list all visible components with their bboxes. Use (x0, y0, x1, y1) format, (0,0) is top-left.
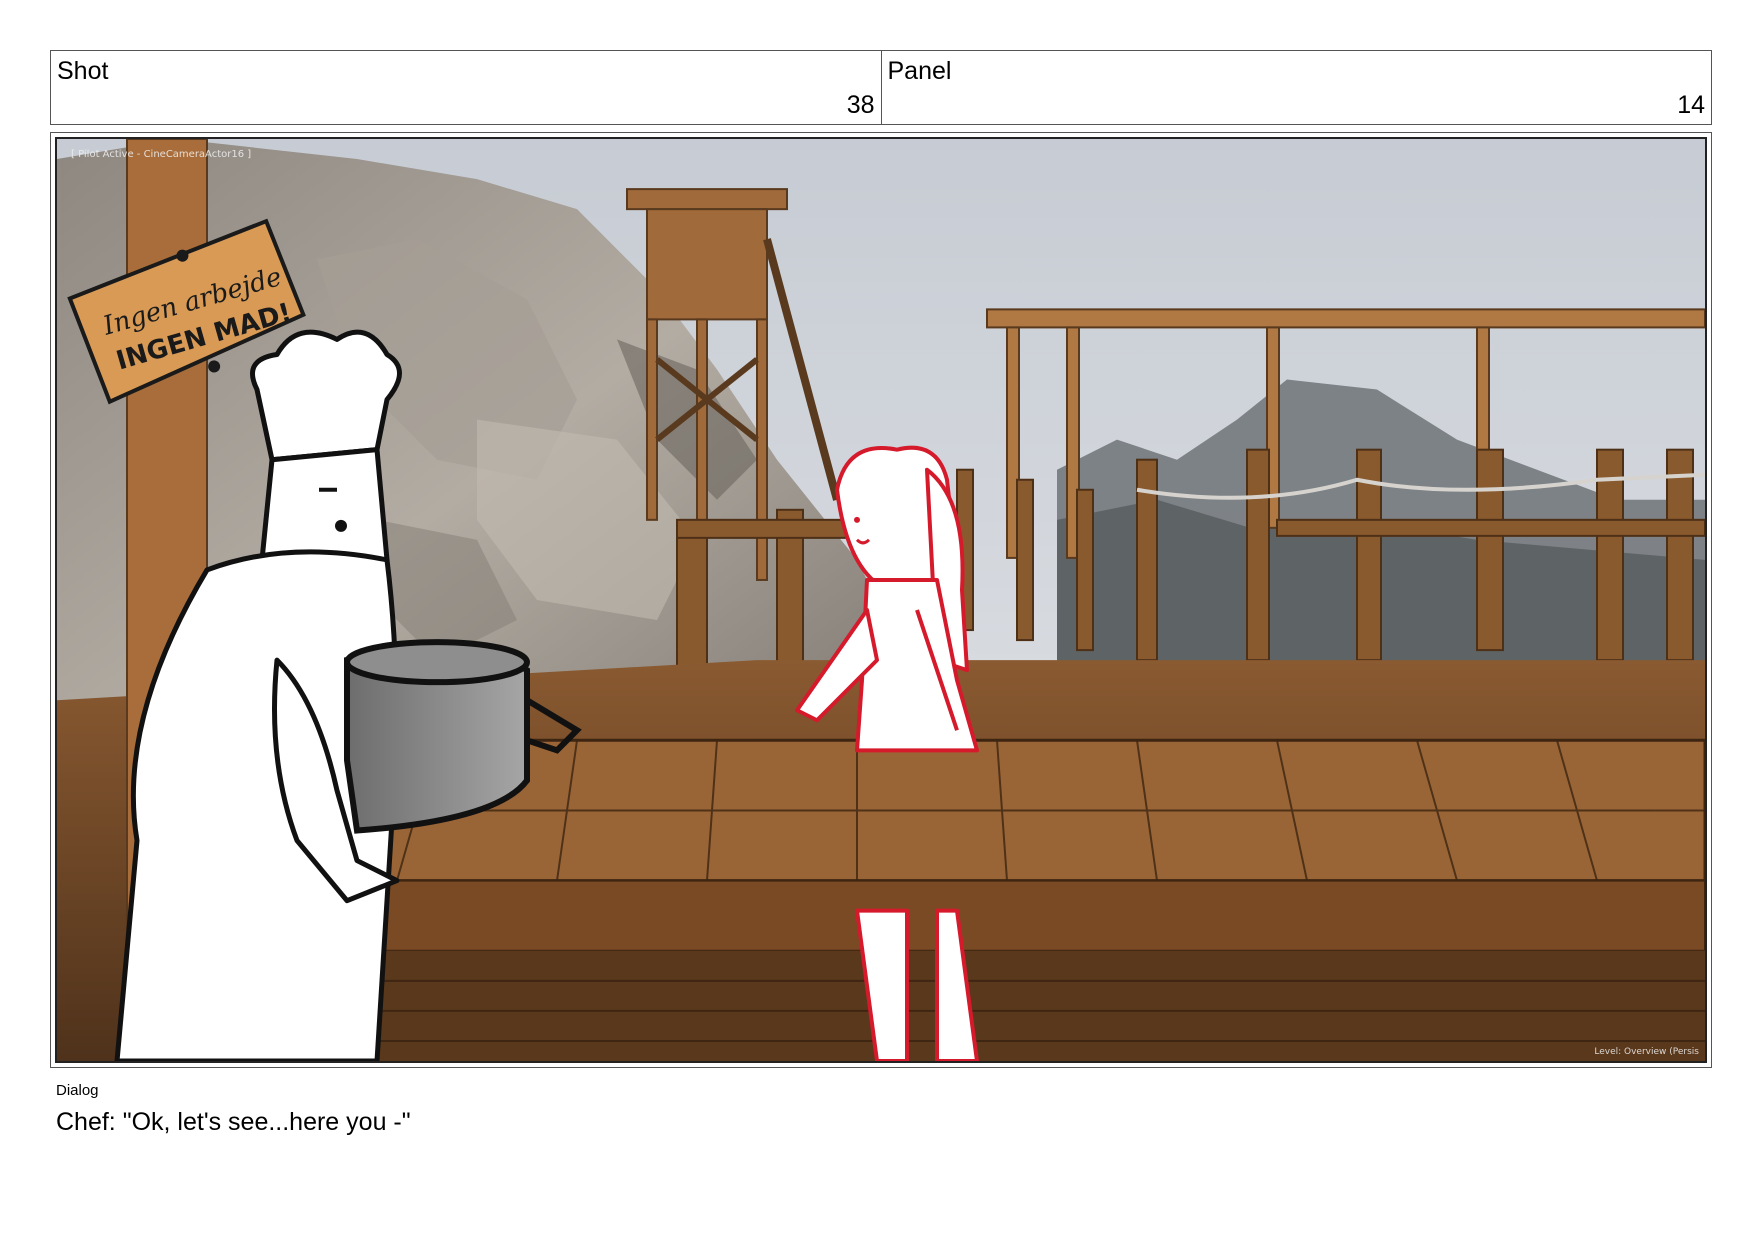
shot-label: Shot (57, 57, 109, 85)
panel-number: 14 (1677, 91, 1705, 119)
storyboard-image: Ingen arbejde INGEN MAD! [Pilot Active … (55, 137, 1707, 1063)
storyboard-frame: Ingen arbejde INGEN MAD! [Pilot Active … (50, 132, 1712, 1068)
dialog-text: Chef: "Ok, let's see...here you -" (56, 1108, 411, 1136)
level-label: Level: Overview (Persis (1594, 1047, 1699, 1057)
panel-label: Panel (887, 57, 952, 85)
scene-illustration: Ingen arbejde INGEN MAD! (57, 139, 1705, 1061)
shot-panel-header: Shot 38 Panel 14 (50, 50, 1712, 125)
camera-label: [ Pilot Active - CineCameraActor16 ] (71, 149, 252, 160)
dialog-label: Dialog (56, 1082, 99, 1099)
shot-number: 38 (846, 91, 875, 119)
shot-cell: Shot 38 (51, 51, 881, 124)
panel-cell: Panel 14 (880, 51, 1712, 124)
